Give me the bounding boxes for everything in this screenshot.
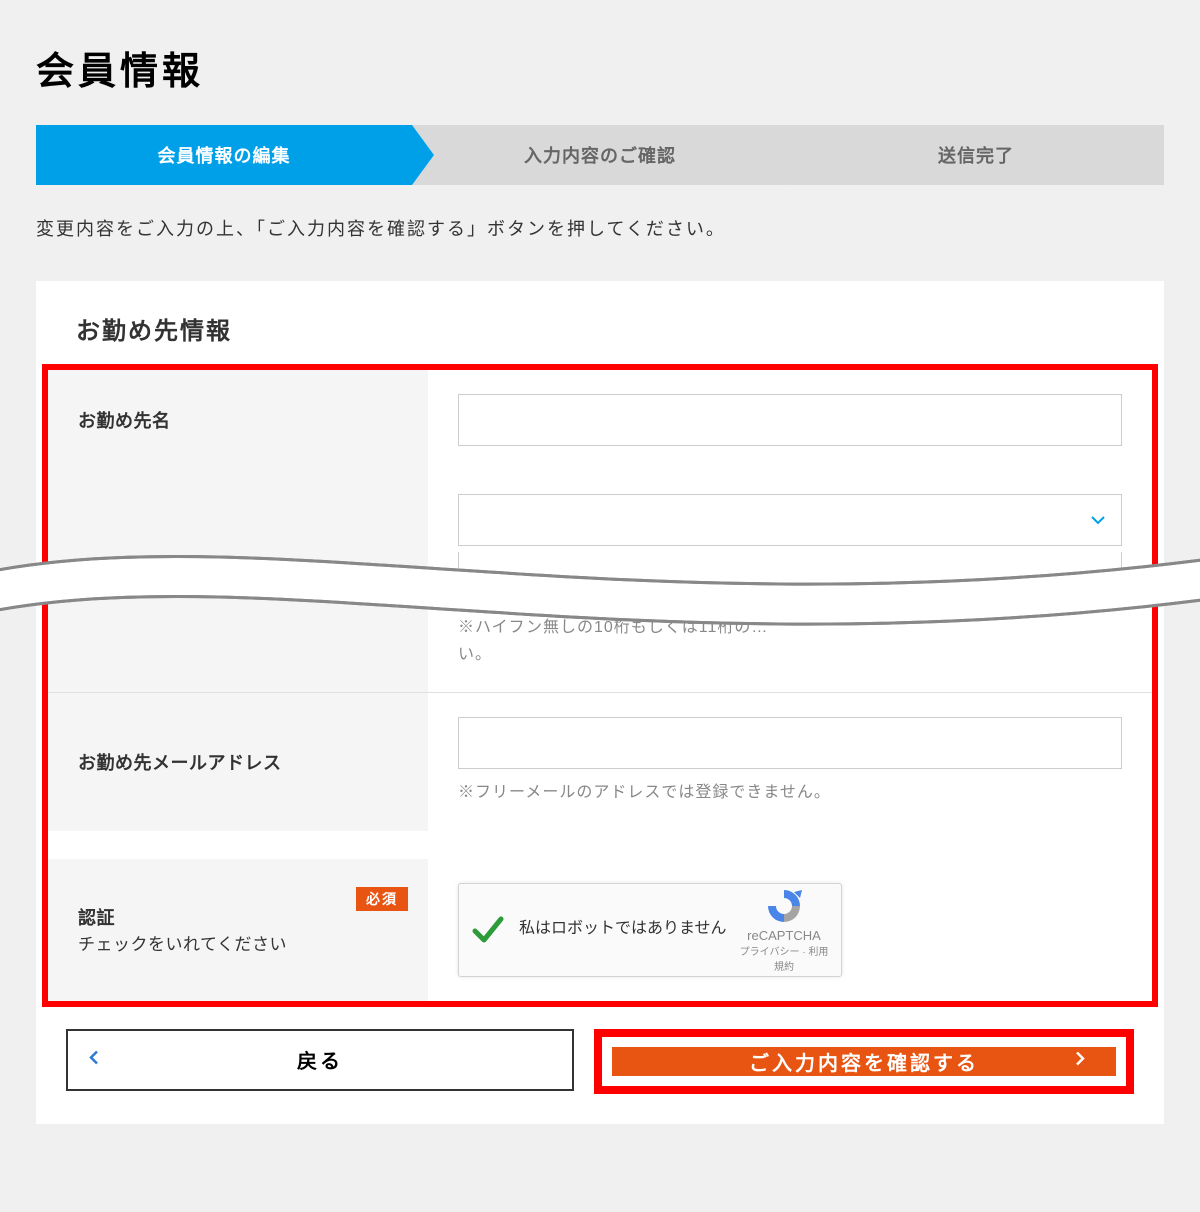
label-captcha: 認証 チェックをいれてください 必須	[48, 859, 428, 1001]
button-row: 戻る ご入力内容を確認する	[36, 1029, 1164, 1094]
company-email-note: ※フリーメールのアドレスでは登録できません。	[458, 779, 1122, 806]
confirm-button-highlight: ご入力内容を確認する	[594, 1029, 1134, 1094]
step-done: 送信完了	[788, 125, 1164, 185]
label-captcha-sub: チェックをいれてください	[78, 930, 287, 955]
company-email-input[interactable]	[458, 717, 1122, 769]
recaptcha-text: 私はロボットではありません	[519, 919, 739, 940]
chevron-left-icon	[88, 1048, 100, 1071]
company-phone-select[interactable]	[458, 494, 1122, 546]
company-name-input[interactable]	[458, 394, 1122, 446]
section-title: お勤め先情報	[36, 311, 1164, 364]
required-badge: 必須	[356, 887, 408, 911]
recaptcha-icon	[764, 886, 804, 926]
row-captcha: 認証 チェックをいれてください 必須 私はロボットではありません	[48, 859, 1152, 1001]
progress-steps: 会員情報の編集 入力内容のご確認 送信完了	[36, 125, 1164, 185]
page-title: 会員情報	[36, 40, 1164, 95]
checkmark-icon	[471, 913, 505, 947]
step-edit: 会員情報の編集	[36, 125, 412, 185]
back-button-label: 戻る	[297, 1045, 343, 1074]
company-phone-input[interactable]	[458, 552, 1122, 604]
confirm-button-label: ご入力内容を確認する	[749, 1047, 979, 1076]
recaptcha-brand: reCAPTCHA	[747, 928, 821, 943]
confirm-button[interactable]: ご入力内容を確認する	[612, 1047, 1116, 1076]
instruction-text: 変更内容をご入力の上、「ご入力内容を確認する」ボタンを押してください。	[36, 215, 1164, 241]
row-company-phone: お勤め先電話番号 ※ハイフン無しの10桁もしくは11桁の… い。	[48, 470, 1152, 692]
step-confirm: 入力内容のご確認	[412, 125, 788, 185]
row-company-email: お勤め先メールアドレス ※フリーメールのアドレスでは登録できません。	[48, 692, 1152, 830]
highlight-box: お勤め先名 お勤め先電話番号	[42, 364, 1158, 1007]
recaptcha-widget[interactable]: 私はロボットではありません reCAPTCHA	[458, 883, 842, 977]
recaptcha-links: プライバシー · 利用規約	[739, 943, 829, 973]
label-captcha-title: 認証	[78, 904, 115, 930]
company-phone-note: ※ハイフン無しの10桁もしくは11桁の… い。	[458, 614, 1122, 668]
label-company-name: お勤め先名	[48, 370, 428, 470]
label-company-phone: お勤め先電話番号	[48, 470, 428, 692]
form-panel: お勤め先情報 お勤め先名 お勤め先電話番号	[36, 281, 1164, 1124]
recaptcha-logo: reCAPTCHA プライバシー · 利用規約	[739, 886, 829, 973]
row-company-name: お勤め先名	[48, 370, 1152, 470]
chevron-right-icon	[1074, 1050, 1086, 1073]
label-company-email: お勤め先メールアドレス	[48, 693, 428, 830]
label-company-phone-text: お勤め先電話番号	[78, 568, 226, 594]
chevron-down-icon	[1091, 513, 1105, 527]
back-button[interactable]: 戻る	[66, 1029, 574, 1091]
